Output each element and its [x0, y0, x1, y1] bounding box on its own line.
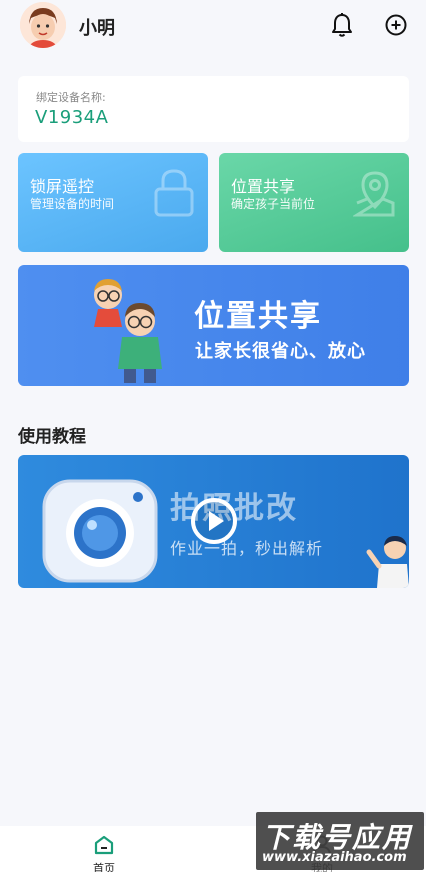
device-card[interactable]: 绑定设备名称: V1934A: [18, 76, 409, 142]
username: 小明: [79, 18, 115, 39]
feature-title: 锁屏遥控: [30, 177, 95, 196]
avatar[interactable]: [20, 2, 66, 48]
location-share-banner[interactable]: 位置共享 让家长很省心、放心: [18, 265, 409, 386]
bell-icon[interactable]: [330, 12, 354, 38]
watermark-url: www.xiazaihao.com: [262, 850, 407, 865]
add-circle-icon[interactable]: [384, 12, 408, 38]
feature-title: 位置共享: [231, 177, 296, 196]
map-pin-icon: [353, 171, 395, 217]
banner-subtitle: 让家长很省心、放心: [195, 341, 366, 362]
camera-illustration: [42, 479, 158, 583]
parent-child-illustration: [94, 279, 162, 383]
location-share-card[interactable]: 位置共享 确定孩子当前位: [219, 153, 409, 252]
device-label: 绑定设备名称:: [36, 91, 106, 104]
tutorial-video-card[interactable]: 拍照批改 作业一拍，秒出解析: [18, 455, 409, 588]
header: 小明: [0, 0, 426, 56]
device-name: V1934A: [35, 107, 109, 128]
nav-home-label: 首页: [93, 862, 115, 872]
tutorial-section-title: 使用教程: [18, 427, 86, 447]
feature-subtitle: 管理设备的时间: [30, 197, 115, 211]
lock-icon: [154, 169, 194, 217]
play-icon[interactable]: [190, 497, 238, 545]
home-icon: [94, 835, 114, 855]
feature-subtitle: 确定孩子当前位: [231, 197, 316, 211]
lock-screen-remote-card[interactable]: 锁屏遥控 管理设备的时间: [18, 153, 208, 252]
kid-illustration: [366, 536, 409, 588]
banner-title: 位置共享: [194, 299, 322, 334]
watermark: 下载号应用 www.xiazaihao.com: [256, 812, 424, 870]
nav-home[interactable]: 首页: [74, 834, 134, 872]
